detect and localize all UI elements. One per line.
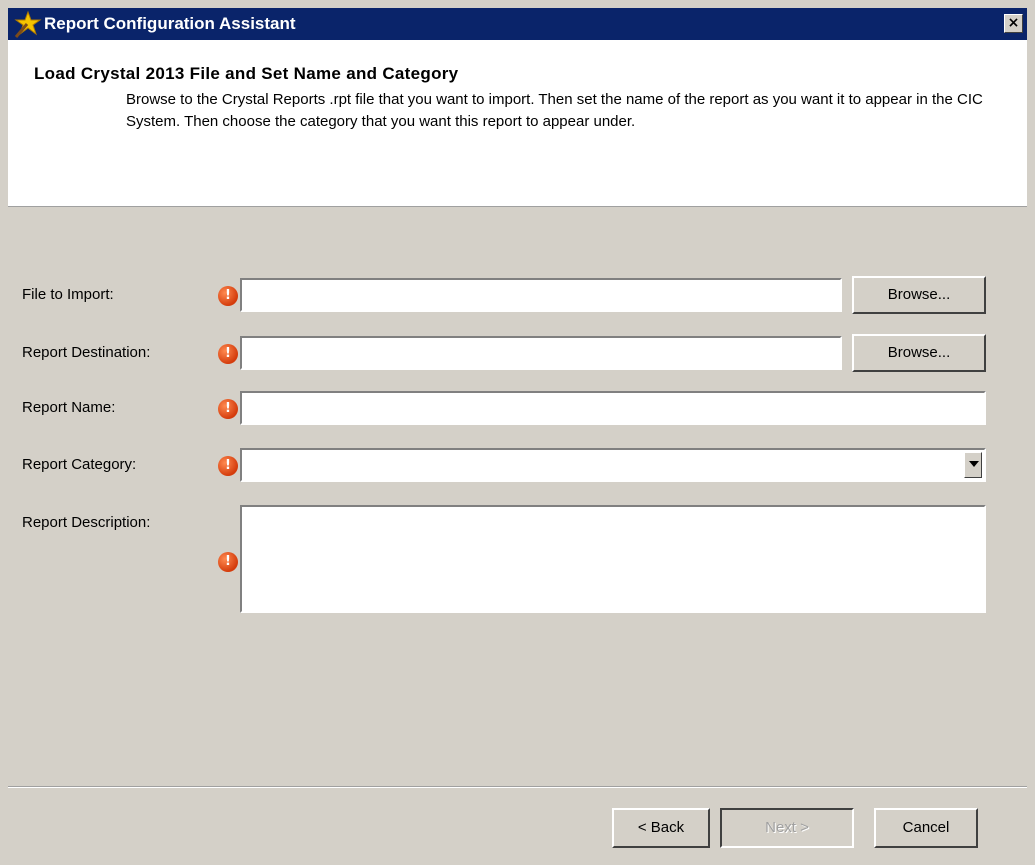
browse-file-button[interactable]: Browse...	[852, 276, 986, 314]
file-to-import-label: File to Import:	[22, 286, 114, 303]
report-description-input[interactable]	[242, 507, 984, 611]
browse-destination-button[interactable]: Browse...	[852, 334, 986, 372]
title-bar[interactable]: Report Configuration Assistant ×	[8, 8, 1027, 40]
error-circle-icon: !	[218, 399, 238, 419]
error-circle-icon: !	[218, 552, 238, 572]
close-button[interactable]: ×	[1004, 14, 1023, 33]
next-button[interactable]: Next >	[720, 808, 854, 848]
report-name-field[interactable]	[240, 391, 986, 425]
error-circle-icon: !	[218, 344, 238, 364]
wizard-header: Load Crystal 2013 File and Set Name and …	[8, 40, 1027, 207]
file-to-import-input[interactable]	[242, 280, 840, 310]
report-destination-label: Report Destination:	[22, 344, 151, 361]
cancel-button[interactable]: Cancel	[874, 808, 978, 848]
report-name-input[interactable]	[242, 393, 984, 423]
report-description-label: Report Description:	[22, 514, 151, 531]
report-category-label: Report Category:	[22, 456, 137, 473]
chevron-down-icon[interactable]	[964, 452, 982, 478]
error-circle-icon: !	[218, 456, 238, 476]
report-category-dropdown[interactable]	[240, 448, 986, 482]
wizard-wand-icon	[14, 10, 42, 38]
page-title: Load Crystal 2013 File and Set Name and …	[34, 64, 459, 83]
report-destination-field[interactable]	[240, 336, 842, 370]
footer-divider	[8, 786, 1027, 788]
file-to-import-field[interactable]	[240, 278, 842, 312]
back-button[interactable]: < Back	[612, 808, 710, 848]
report-description-field[interactable]	[240, 505, 986, 613]
page-description: Browse to the Crystal Reports .rpt file …	[126, 91, 983, 130]
report-destination-input[interactable]	[242, 338, 840, 368]
dialog-window: Report Configuration Assistant × Load Cr…	[0, 0, 1035, 865]
report-name-label: Report Name:	[22, 399, 116, 416]
window-title: Report Configuration Assistant	[44, 14, 296, 33]
error-circle-icon: !	[218, 286, 238, 306]
